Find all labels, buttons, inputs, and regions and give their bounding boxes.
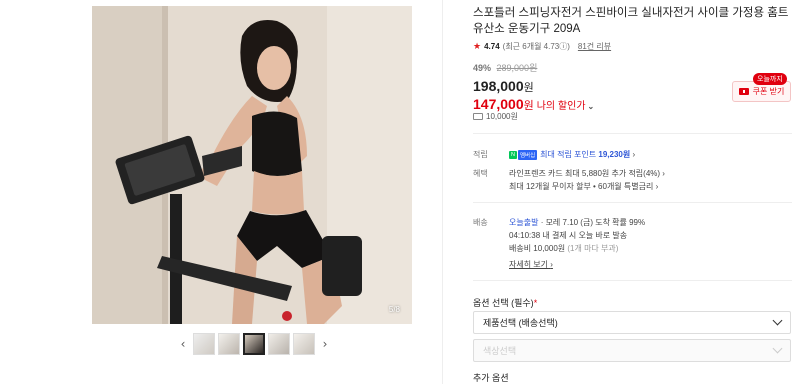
thumbnail-1[interactable] bbox=[193, 333, 215, 355]
discount-row: 49% 289,000원 bbox=[473, 61, 793, 74]
npay-icon: N bbox=[509, 150, 517, 159]
product-select-value: 제품선택 (배송선택) bbox=[483, 318, 558, 328]
my-price-value: 147,000 bbox=[473, 96, 524, 112]
currency-unit: 원 bbox=[523, 100, 534, 112]
chevron-down-icon: ⌄ bbox=[587, 102, 595, 111]
shipping-fee: 10,000원 bbox=[486, 112, 518, 121]
details-link-label: 자세히 보기 bbox=[509, 260, 549, 269]
star-icon: ★ bbox=[473, 41, 482, 51]
my-price-label: 나의 할인가 bbox=[536, 101, 586, 112]
divider bbox=[473, 280, 792, 281]
benefit-label: 혜택 bbox=[473, 169, 488, 178]
truck-icon bbox=[473, 113, 483, 120]
chevron-left-icon[interactable]: ‹ bbox=[176, 337, 190, 351]
chevron-right-icon: › bbox=[632, 150, 636, 159]
thumbnail-5[interactable] bbox=[293, 333, 315, 355]
points-text: 최대 적립 포인트 bbox=[540, 150, 597, 159]
rating-value: 4.74 bbox=[484, 42, 500, 51]
delivery-type: 오늘출발 bbox=[509, 218, 539, 227]
product-photo bbox=[92, 6, 412, 324]
chevron-right-icon[interactable]: › bbox=[318, 337, 332, 351]
required-mark: * bbox=[533, 298, 538, 308]
color-select-value: 색상선택 bbox=[483, 346, 517, 356]
details-link[interactable]: 자세히 보기 › bbox=[509, 259, 553, 270]
column-divider bbox=[442, 0, 443, 384]
coupon-button-label: 쿠폰 받기 bbox=[752, 87, 785, 96]
currency-unit: 원 bbox=[523, 82, 534, 94]
chevron-right-icon: › bbox=[550, 260, 553, 269]
delivery-eta: · 모레 7.10 (금) 도착 확률 99% bbox=[540, 218, 646, 227]
rating-row: ★ 4.74 (최근 6개월 4.73ⓘ) 81건 리뷰 bbox=[473, 41, 793, 52]
points-row[interactable]: N 멤버십 최대 적립 포인트 19,230원 › bbox=[509, 149, 635, 160]
thumbnail-strip: ‹ › bbox=[176, 333, 332, 355]
coupon-deadline-badge: 오늘까지 bbox=[753, 73, 787, 85]
extra-option-label: 추가 옵션 bbox=[473, 373, 509, 383]
photo-counter: 5/8 bbox=[388, 305, 400, 314]
points-label: 적립 bbox=[473, 150, 488, 159]
delivery-line-2: 04:10:38 내 결제 시 오늘 바로 발송 bbox=[509, 231, 628, 240]
delivery-line-1: 오늘출발 · 모레 7.10 (금) 도착 확률 99% bbox=[509, 217, 645, 228]
coupon-icon bbox=[738, 88, 749, 95]
thumbnail-2[interactable] bbox=[218, 333, 240, 355]
chevron-right-icon: › bbox=[662, 169, 665, 178]
chevron-down-icon bbox=[772, 343, 783, 354]
points-value: 19,230원 bbox=[598, 150, 631, 159]
color-select[interactable]: 색상선택 bbox=[473, 339, 791, 362]
reviews-link[interactable]: 81건 리뷰 bbox=[578, 41, 611, 52]
original-price: 289,000원 bbox=[496, 63, 538, 73]
product-title: 스포틀러 스피닝자전거 스핀바이크 실내자전거 사이클 가정용 홈트 유산소 운… bbox=[473, 7, 789, 35]
divider bbox=[473, 133, 792, 134]
product-select[interactable]: 제품선택 (배송선택) bbox=[473, 311, 791, 334]
benefit-line-1[interactable]: 라인프렌즈 카드 최대 5,880원 추가 적립(4%) › bbox=[509, 168, 665, 179]
discount-percent: 49% bbox=[473, 63, 492, 73]
delivery-label: 배송 bbox=[473, 218, 488, 227]
rating-detail: (최근 6개월 4.73ⓘ) bbox=[502, 42, 570, 51]
benefit-text-1: 라인프렌즈 카드 최대 5,880원 추가 적립(4%) bbox=[509, 169, 661, 178]
thumbnail-3[interactable] bbox=[243, 333, 265, 355]
chevron-right-icon: › bbox=[655, 182, 659, 191]
benefit-text-2: 최대 12개월 무이자 할부 • 60개월 특별금리 bbox=[509, 182, 654, 191]
option-label: 옵션 선택 (필수)* bbox=[473, 296, 537, 309]
product-main-image[interactable]: 5/8 bbox=[92, 6, 412, 324]
shipping-fee-row: 10,000원 bbox=[473, 111, 518, 122]
benefit-line-2[interactable]: 최대 12개월 무이자 할부 • 60개월 특별금리 › bbox=[509, 181, 658, 192]
delivery-fee-note: (1개 마다 부과) bbox=[567, 244, 619, 253]
chevron-down-icon bbox=[772, 315, 783, 326]
membership-badge: 멤버십 bbox=[517, 149, 538, 160]
thumbnail-4[interactable] bbox=[268, 333, 290, 355]
delivery-fee: 배송비 10,000원 bbox=[509, 244, 566, 253]
divider bbox=[473, 202, 792, 203]
option-label-text: 옵션 선택 (필수) bbox=[473, 298, 534, 308]
delivery-fee-line: 배송비 10,000원 (1개 마다 부과) bbox=[509, 243, 618, 254]
sale-price-value: 198,000 bbox=[473, 78, 524, 94]
